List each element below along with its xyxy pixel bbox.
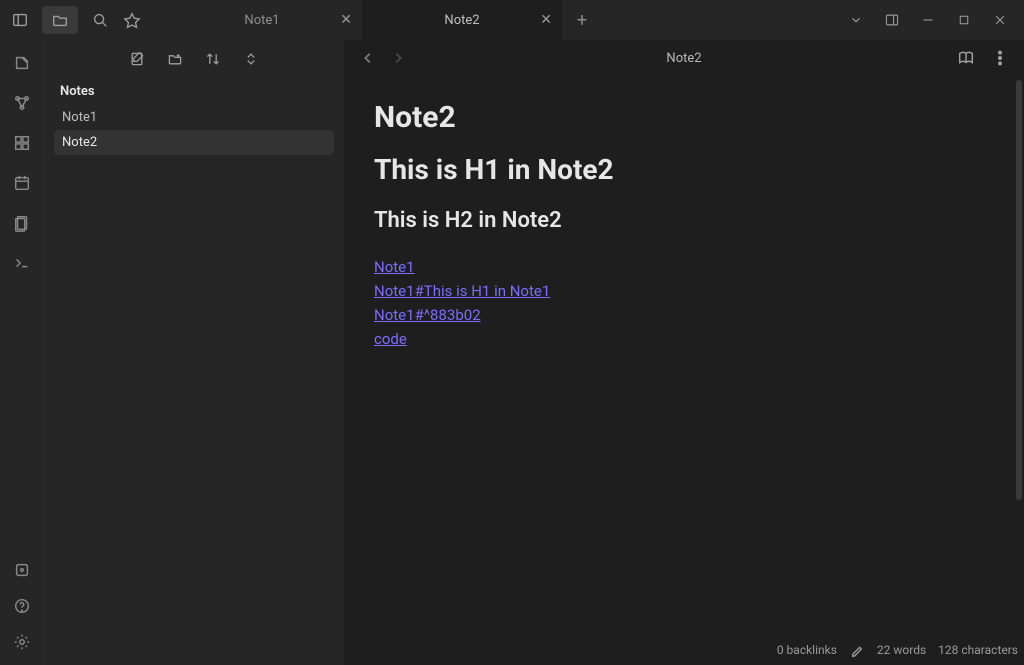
file-item-note1[interactable]: Note1 <box>54 105 334 130</box>
help-icon[interactable] <box>11 595 33 617</box>
daily-note-icon[interactable] <box>11 172 33 194</box>
ribbon <box>0 40 44 665</box>
tab-dropdown-icon[interactable] <box>838 5 874 35</box>
status-words[interactable]: 22 words <box>877 643 926 657</box>
folder-icon[interactable] <box>42 6 78 34</box>
titlebar: Note1 ✕ Note2 ✕ + <box>0 0 1024 40</box>
file-explorer: Notes Note1 Note2 <box>44 40 344 665</box>
tab-bar: Note1 ✕ Note2 ✕ + <box>162 0 602 40</box>
minimize-button[interactable] <box>910 5 946 35</box>
canvas-icon[interactable] <box>11 132 33 154</box>
internal-link[interactable]: Note1#^883b02 <box>374 303 481 327</box>
command-palette-icon[interactable] <box>11 252 33 274</box>
internal-link[interactable]: code <box>374 327 407 351</box>
editor-content[interactable]: Note2 This is H1 in Note2 This is H2 in … <box>344 76 1024 665</box>
status-chars[interactable]: 128 characters <box>938 643 1018 657</box>
search-icon[interactable] <box>90 10 110 30</box>
note-title[interactable]: Note2 <box>374 100 994 135</box>
close-icon[interactable]: ✕ <box>540 12 552 28</box>
tab-note2[interactable]: Note2 ✕ <box>362 0 562 40</box>
scrollbar[interactable] <box>1016 80 1022 641</box>
graph-icon[interactable] <box>11 92 33 114</box>
window-controls <box>838 0 1018 40</box>
tab-label: Note2 <box>444 13 479 28</box>
new-tab-button[interactable]: + <box>562 0 602 40</box>
close-button[interactable] <box>982 5 1018 35</box>
quick-switcher-icon[interactable] <box>11 52 33 74</box>
file-list: Note1 Note2 <box>44 105 344 155</box>
status-backlinks[interactable]: 0 backlinks <box>777 643 837 657</box>
templates-icon[interactable] <box>11 212 33 234</box>
vault-title[interactable]: Notes <box>44 78 344 105</box>
note-heading-2[interactable]: This is H2 in Note2 <box>374 208 994 233</box>
ribbon-bottom <box>11 559 33 665</box>
new-note-icon[interactable] <box>128 50 146 68</box>
editor-header: Note2 <box>344 40 1024 76</box>
editor-header-right <box>956 48 1010 68</box>
right-sidebar-toggle-icon[interactable] <box>874 5 910 35</box>
vault-icon[interactable] <box>11 559 33 581</box>
editor-pane: Note2 Note2 This is H1 in Note2 This is … <box>344 40 1024 665</box>
close-icon[interactable]: ✕ <box>340 12 352 28</box>
collapse-icon[interactable] <box>242 50 260 68</box>
sidebar-toolbar <box>44 40 344 78</box>
new-folder-icon[interactable] <box>166 50 184 68</box>
maximize-button[interactable] <box>946 5 982 35</box>
reading-view-icon[interactable] <box>956 48 976 68</box>
titlebar-left <box>0 6 142 34</box>
editor-title[interactable]: Note2 <box>666 51 701 66</box>
file-item-note2[interactable]: Note2 <box>54 130 334 155</box>
internal-link[interactable]: Note1 <box>374 255 415 279</box>
statusbar: 0 backlinks 22 words 128 characters <box>777 639 1018 661</box>
nav-forward-icon <box>388 48 408 68</box>
edit-mode-icon[interactable] <box>849 642 865 658</box>
nav-back-icon[interactable] <box>358 48 378 68</box>
tab-label: Note1 <box>244 13 279 28</box>
scrollbar-thumb[interactable] <box>1016 80 1022 500</box>
sort-icon[interactable] <box>204 50 222 68</box>
left-sidebar-toggle-icon[interactable] <box>10 10 30 30</box>
note-heading-1[interactable]: This is H1 in Note2 <box>374 153 994 186</box>
bookmark-icon[interactable] <box>122 10 142 30</box>
internal-link[interactable]: Note1#This is H1 in Note1 <box>374 279 550 303</box>
app-body: Notes Note1 Note2 Note2 <box>0 40 1024 665</box>
tab-note1[interactable]: Note1 ✕ <box>162 0 362 40</box>
settings-icon[interactable] <box>11 631 33 653</box>
more-options-icon[interactable] <box>990 48 1010 68</box>
